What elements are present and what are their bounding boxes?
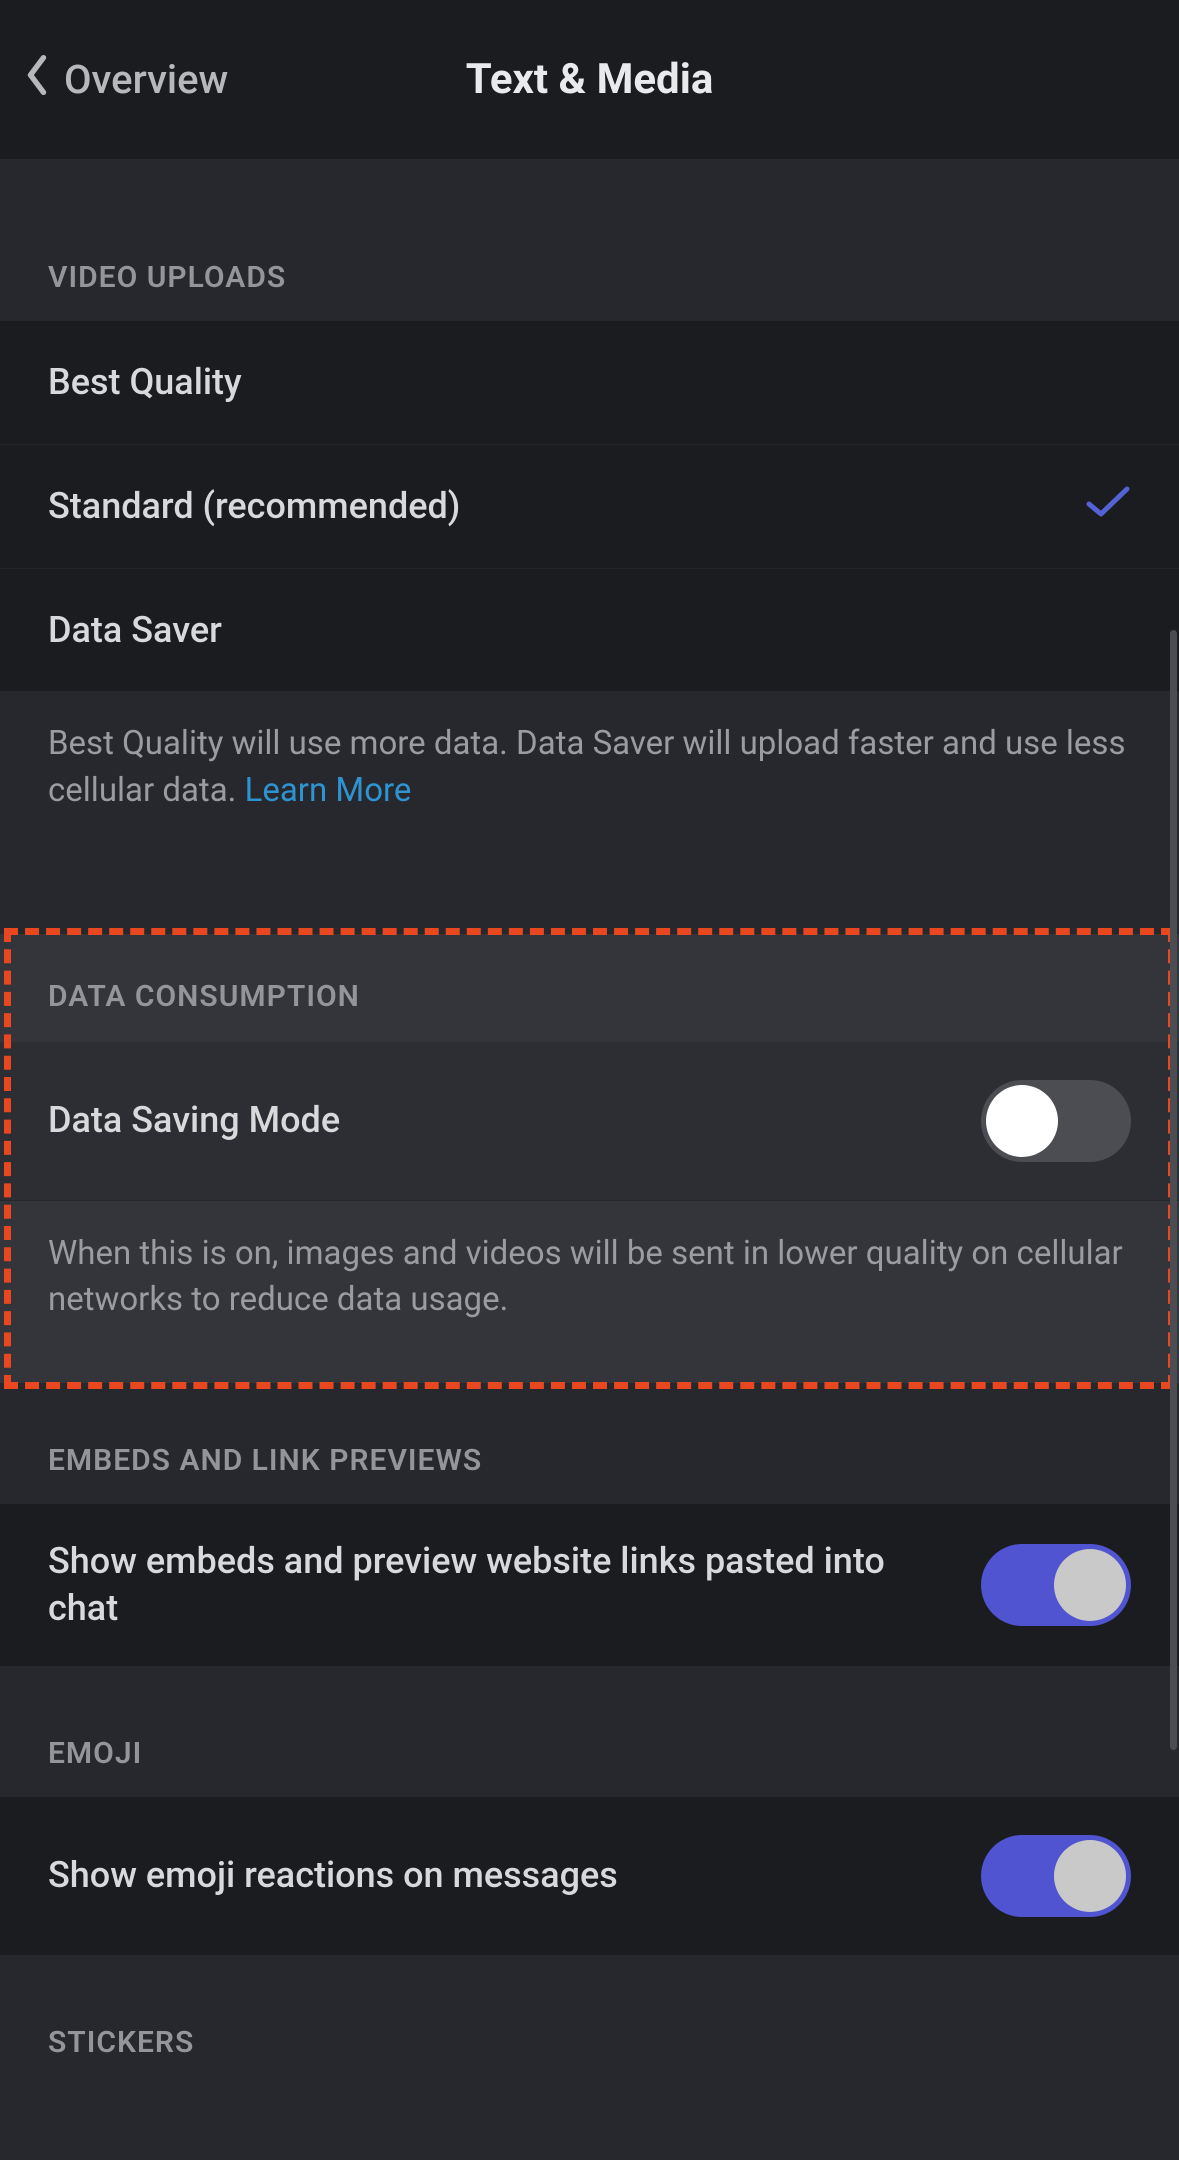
option-best-quality[interactable]: Best Quality [0,321,1179,445]
embeds-group: Show embeds and preview website links pa… [0,1504,1179,1666]
toggle-row-emoji[interactable]: Show emoji reactions on messages [0,1797,1179,1955]
spacer [0,824,1179,934]
section-header-emoji: EMOJI [0,1666,1179,1797]
emoji-group: Show emoji reactions on messages [0,1797,1179,1955]
toggle-row-embeds[interactable]: Show embeds and preview website links pa… [0,1504,1179,1666]
toggle-row-data-saving[interactable]: Data Saving Mode [0,1042,1179,1201]
content-area: VIDEO UPLOADS Best Quality Standard (rec… [0,160,1179,2160]
option-label: Best Quality [48,359,1131,406]
video-uploads-group: Best Quality Standard (recommended) Data… [0,321,1179,691]
learn-more-link[interactable]: Learn More [245,771,412,810]
scrollbar[interactable] [1170,630,1177,1750]
toggle-emoji[interactable] [981,1835,1131,1917]
section-header-embeds: EMBEDS AND LINK PREVIEWS [0,1383,1179,1504]
toggle-label: Show embeds and preview website links pa… [48,1538,981,1632]
toggle-embeds[interactable] [981,1544,1131,1626]
toggle-knob [1054,1840,1126,1912]
option-label: Data Saver [48,607,1131,654]
toggle-knob [986,1085,1058,1157]
video-uploads-footer: Best Quality will use more data. Data Sa… [0,691,1179,823]
option-standard[interactable]: Standard (recommended) [0,445,1179,569]
data-consumption-wrapper: DATA CONSUMPTION Data Saving Mode When t… [0,934,1179,1383]
toggle-data-saving-mode[interactable] [981,1080,1131,1162]
section-header-stickers: STICKERS [0,1955,1179,2086]
data-consumption-group: DATA CONSUMPTION Data Saving Mode When t… [0,934,1179,1383]
footer-text-content: Best Quality will use more data. Data Sa… [48,724,1125,809]
section-header-data-consumption: DATA CONSUMPTION [0,934,1179,1042]
section-header-video-uploads: VIDEO UPLOADS [0,160,1179,321]
toggle-label: Data Saving Mode [48,1097,981,1144]
back-label: Overview [64,56,228,103]
toggle-knob [1054,1549,1126,1621]
toggle-label: Show emoji reactions on messages [48,1852,981,1899]
option-label: Standard (recommended) [48,483,1085,530]
checkmark-icon [1085,484,1131,529]
chevron-left-icon [24,53,50,107]
header-bar: Overview Text & Media [0,0,1179,160]
option-data-saver[interactable]: Data Saver [0,569,1179,692]
back-button[interactable]: Overview [0,53,228,107]
settings-screen: Overview Text & Media VIDEO UPLOADS Best… [0,0,1179,2160]
data-consumption-footer: When this is on, images and videos will … [0,1201,1179,1383]
